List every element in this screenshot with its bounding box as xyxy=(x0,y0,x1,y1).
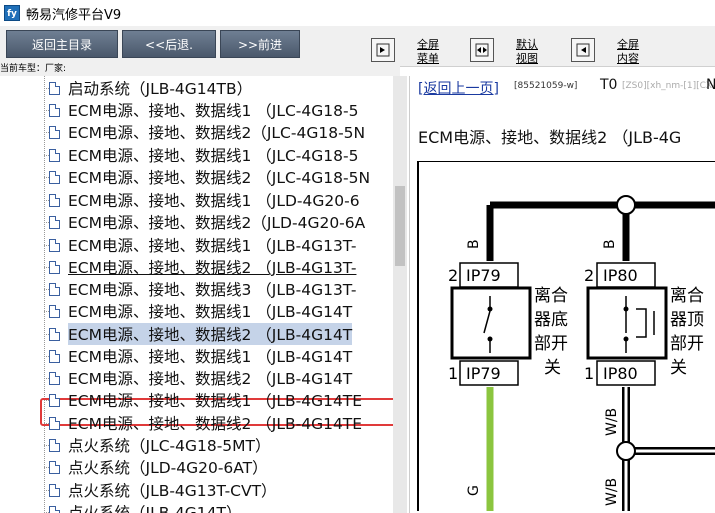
app-logo-icon: fy xyxy=(4,5,20,21)
pin-label: 1 xyxy=(584,364,594,383)
document-icon xyxy=(49,81,60,95)
scrollbar-thumb[interactable] xyxy=(395,186,405,266)
tree-item[interactable]: ECM电源、接地、数据线1 （JLC-4G18-5 xyxy=(43,99,358,121)
document-code: [85521059-w] xyxy=(514,81,578,91)
connector-label: IP79 xyxy=(466,266,501,285)
component-label-line: 关 xyxy=(544,358,561,378)
connector-label: IP80 xyxy=(603,266,638,285)
title-bar: fy 畅易汽修平台V9 xyxy=(0,0,715,26)
tree-item[interactable]: ECM电源、接地、数据线1 （JLB-4G14T xyxy=(43,300,352,322)
diagram-title: ECM电源、接地、数据线2 （JLB-4G xyxy=(418,128,682,147)
fullscreen-content-icon[interactable] xyxy=(571,38,595,62)
document-icon xyxy=(49,505,60,513)
component-label-line: 器顶 xyxy=(670,310,704,330)
component-label-line: 关 xyxy=(670,358,687,378)
pin-label: 2 xyxy=(448,266,458,285)
document-code-suffix: T0 xyxy=(600,77,618,93)
next-button[interactable]: >>前进 xyxy=(220,30,300,58)
tree-item[interactable]: 点火系统（JLB-4G13T-CVT） xyxy=(44,479,277,501)
document-icon xyxy=(49,304,60,318)
tree-scrollbar[interactable] xyxy=(393,76,407,513)
tree-item[interactable]: ECM电源、接地、数据线2（JLC-4G18-5N xyxy=(43,121,365,143)
document-icon xyxy=(49,282,60,296)
document-icon xyxy=(49,483,60,497)
tree-item-hovered[interactable]: ECM电源、接地、数据线2 （JLB-4G13T- xyxy=(43,256,356,278)
document-icon xyxy=(49,125,60,139)
document-icon xyxy=(49,238,60,252)
current-vehicle-row: 当前车型：厂家: xyxy=(0,62,400,76)
tree-item-selected[interactable]: ECM电源、接地、数据线2 （JLB-4G14T xyxy=(43,323,353,345)
splice-bottom xyxy=(616,441,636,461)
document-code-tail: N xyxy=(706,77,715,93)
document-icon xyxy=(49,438,60,452)
document-icon xyxy=(49,393,60,407)
component-label-line: 部开 xyxy=(534,334,568,354)
document-icon xyxy=(49,148,60,162)
wiring-diagram: B B 2 IP79 1 IP79 离合 器底 部开 关 G 2 IP80 1 … xyxy=(417,161,715,511)
tree-item[interactable]: ECM电源、接地、数据线1 （JLC-4G18-5 xyxy=(43,144,358,166)
tree-item[interactable]: ECM电源、接地、数据线2 （JLC-4G18-5N xyxy=(43,166,370,188)
content-panel: [返回上一页] [85521059-w] T0 [ZS0][xh_nm-[1][… xyxy=(409,76,715,513)
toolbar: 返回主目录 <<后退. >>前进 全屏 菜单 默认 视图 全屏 内容 xyxy=(0,26,715,67)
tree-item[interactable]: 点火系统（JLC-4G18-5MT） xyxy=(44,434,271,456)
component-label-line: 离合 xyxy=(534,286,568,306)
wire-label-wb: W/B xyxy=(604,408,620,436)
tree-item[interactable]: ECM电源、接地、数据线2 （JLB-4G14T xyxy=(43,367,352,389)
document-icon xyxy=(49,215,60,229)
wire-label-b-right: B xyxy=(602,239,618,249)
connector-label: IP79 xyxy=(466,364,501,383)
previous-button[interactable]: <<后退. xyxy=(122,30,216,58)
document-icon xyxy=(49,260,60,274)
tree-item[interactable]: 启动系统（JLB-4G14TB） xyxy=(43,77,252,99)
connector-label: IP80 xyxy=(603,364,638,383)
tree-item[interactable]: ECM电源、接地、数据线1 （JLB-4G13T- xyxy=(43,234,356,256)
default-view-icon[interactable] xyxy=(470,38,494,62)
back-to-main-button[interactable]: 返回主目录 xyxy=(6,30,118,58)
back-page-link[interactable]: [返回上一页] xyxy=(418,78,499,98)
tree-item[interactable]: ECM电源、接地、数据线2 （JLB-4G14TE xyxy=(43,412,362,434)
tree-item[interactable]: 点火系统（JLD-4G20-6AT） xyxy=(44,456,268,478)
document-icon xyxy=(49,193,60,207)
tree-item[interactable]: ECM电源、接地、数据线1 （JLB-4G14TE xyxy=(43,389,362,411)
wire-label-wb: W/B xyxy=(604,478,620,506)
pin-label: 1 xyxy=(448,364,458,383)
window-title: 畅易汽修平台V9 xyxy=(26,7,122,23)
tree-item[interactable]: ECM电源、接地、数据线2（JLD-4G20-6A xyxy=(43,211,365,233)
document-ref-code: [ZS0][xh_nm-[1][CX-0] xyxy=(622,81,715,91)
document-icon xyxy=(49,327,60,341)
clutch-bottom-switch xyxy=(450,286,532,360)
pin-label: 2 xyxy=(584,266,594,285)
document-icon xyxy=(49,460,60,474)
component-label-line: 离合 xyxy=(670,286,704,306)
document-icon xyxy=(49,371,60,385)
splice-top xyxy=(616,195,636,215)
fullscreen-menu-label[interactable]: 全屏 菜单 xyxy=(417,38,439,66)
wire-label-g: G xyxy=(466,485,482,496)
document-icon xyxy=(49,349,60,363)
document-icon xyxy=(49,170,60,184)
document-icon xyxy=(49,416,60,430)
fullscreen-content-label[interactable]: 全屏 内容 xyxy=(617,38,639,66)
document-tree: 启动系统（JLB-4G14TB） ECM电源、接地、数据线1 （JLC-4G18… xyxy=(0,76,393,513)
tree-guide-line xyxy=(44,76,45,513)
component-label-line: 部开 xyxy=(670,334,704,354)
wire-label-b-left: B xyxy=(466,239,482,249)
tree-item[interactable]: ECM电源、接地、数据线3 （JLB-4G13T- xyxy=(43,278,356,300)
tree-item[interactable]: ECM电源、接地、数据线1 （JLB-4G14T xyxy=(43,345,352,367)
document-icon xyxy=(49,103,60,117)
default-view-label[interactable]: 默认 视图 xyxy=(516,38,538,66)
tree-item[interactable]: 点火系统（JLB-4G14T） xyxy=(44,501,242,513)
component-label-line: 器底 xyxy=(534,310,568,330)
fullscreen-menu-icon[interactable] xyxy=(371,38,395,62)
tree-item[interactable]: ECM电源、接地、数据线1 （JLD-4G20-6 xyxy=(44,189,360,211)
